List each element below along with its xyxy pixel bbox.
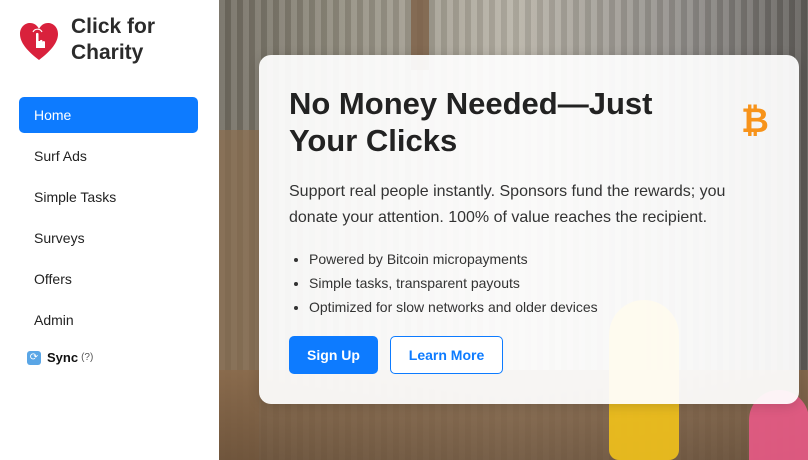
feature-item: Simple tasks, transparent payouts (309, 271, 598, 295)
sync-help[interactable]: (?) (81, 352, 93, 363)
hero-heading: No Money Needed—Just Your Clicks (289, 86, 653, 158)
brand[interactable]: Click for Charity (18, 14, 191, 66)
sign-up-button[interactable]: Sign Up (289, 336, 378, 374)
feature-item: Optimized for slow networks and older de… (309, 295, 598, 319)
sidebar-item-home[interactable]: Home (19, 97, 198, 133)
sidebar-item-simple-tasks[interactable]: Simple Tasks (19, 179, 198, 215)
hero-card: No Money Needed—Just Your Clicks ₿ Suppo… (259, 55, 799, 404)
feature-list: Powered by Bitcoin micropayments Simple … (289, 247, 598, 319)
sidebar-item-surveys[interactable]: Surveys (19, 220, 198, 256)
sidebar-nav: Home Surf Ads Simple Tasks Surveys Offer… (19, 97, 198, 343)
sidebar-item-surf-ads[interactable]: Surf Ads (19, 138, 198, 174)
heart-hand-logo-icon (20, 23, 58, 60)
sidebar: Click for Charity Home Surf Ads Simple T… (0, 0, 220, 460)
bitcoin-icon: ₿ (741, 102, 769, 140)
sync-icon: ⟳ (27, 350, 41, 365)
learn-more-button[interactable]: Learn More (390, 336, 503, 374)
sync-control[interactable]: ⟳ Sync (?) (27, 350, 93, 365)
hero-description: Support real people instantly. Sponsors … (289, 183, 726, 226)
sidebar-item-offers[interactable]: Offers (19, 261, 198, 297)
feature-item: Powered by Bitcoin micropayments (309, 247, 598, 271)
sidebar-item-admin[interactable]: Admin (19, 302, 198, 338)
brand-title: Click for Charity (71, 15, 156, 64)
sync-label: Sync (47, 350, 79, 365)
